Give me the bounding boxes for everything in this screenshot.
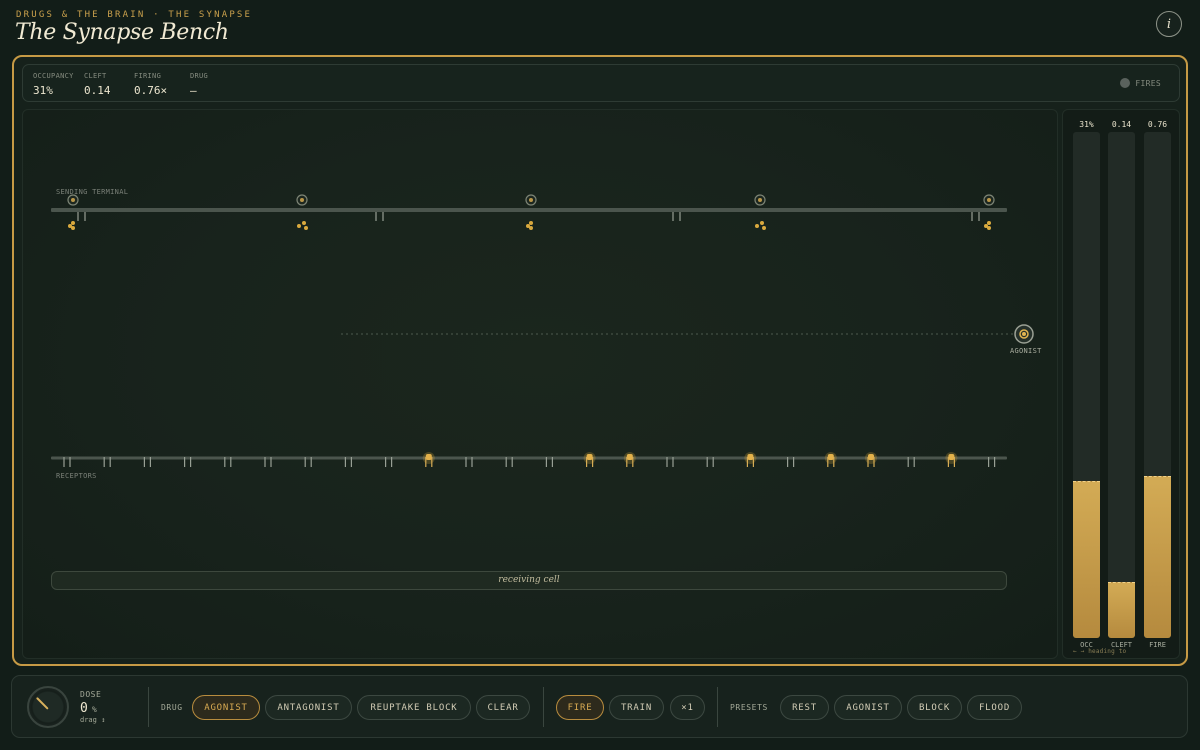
meter-cleft: 0.14 CLEFT [1108, 110, 1135, 660]
neurotransmitter-dot [302, 221, 306, 225]
preset-rest-button[interactable]: REST [780, 695, 829, 720]
release-site-core [758, 198, 762, 202]
fires-led-icon [1120, 78, 1131, 88]
stat-cleft: CLEFT 0.14 [84, 72, 111, 97]
dose-value: 0 [80, 701, 88, 716]
dose-needle [35, 696, 49, 710]
dose-label: DOSE [80, 690, 102, 699]
preset-block-button[interactable]: BLOCK [907, 695, 962, 720]
info-icon: i [1166, 16, 1172, 32]
stat-firing-label: FIRING [134, 72, 162, 80]
drug-group-label: DRUG [161, 703, 183, 712]
synapse-stage: OCCUPANCY 31% CLEFT 0.14 FIRING 0.76× DR… [12, 55, 1188, 666]
bound-transmitter [626, 454, 633, 460]
agonist-label: AGONIST [1010, 347, 1042, 355]
meter-occ-value: 31% [1079, 120, 1094, 129]
receptors-label: RECEPTORS [56, 472, 97, 480]
bound-transmitter [827, 454, 834, 460]
drug-agonist-button[interactable]: AGONIST [192, 695, 260, 720]
meter-fire-value: 0.76 [1147, 120, 1168, 129]
page-title: The Synapse Bench [15, 20, 229, 45]
stat-occupancy-label: OCCUPANCY [33, 72, 74, 80]
dose-unit: % [92, 705, 97, 714]
sending-terminal-label: SENDING TERMINAL [56, 188, 129, 196]
meter-fire-fill [1144, 476, 1171, 638]
meter-cleft-fill [1108, 582, 1135, 638]
meter-occ-track [1073, 132, 1100, 638]
neurotransmitter-dot [529, 226, 533, 230]
stat-drug: DRUG — [190, 72, 208, 97]
neurotransmitter-dot [755, 224, 759, 228]
synapse-canvas: SENDING TERMINAL RECEPTORS AGONIST recei… [22, 109, 1058, 659]
neurotransmitter-dot [987, 226, 991, 230]
bound-transmitter [425, 454, 432, 460]
meter-cleft-track [1108, 132, 1135, 638]
meter-fire: 0.76 FIRE [1144, 110, 1171, 660]
agonist-molecule-core [1022, 332, 1026, 336]
stat-cleft-label: CLEFT [84, 72, 107, 80]
stat-cleft-value: 0.14 [84, 84, 111, 97]
section-kicker: DRUGS & THE BRAIN · THE SYNAPSE [16, 10, 253, 20]
meter-occ-fill [1073, 481, 1100, 638]
stat-occupancy: OCCUPANCY 31% [33, 72, 74, 97]
train-button[interactable]: TRAIN [609, 695, 664, 720]
neurotransmitter-dot [71, 221, 75, 225]
neurotransmitter-dot [304, 226, 308, 230]
bound-transmitter [586, 454, 593, 460]
drug-reuptake-block-button[interactable]: REUPTAKE BLOCK [357, 695, 471, 720]
bound-transmitter [868, 454, 874, 460]
divider [148, 687, 149, 727]
meter-panel: 31% OCC 0.14 CLEFT 0.76 FIRE ← → heading… [1062, 109, 1180, 659]
preset-flood-button[interactable]: FLOOD [967, 695, 1022, 720]
drug-antagonist-button[interactable]: ANTAGONIST [265, 695, 352, 720]
stat-occupancy-value: 31% [33, 84, 53, 97]
meter-occ: 31% OCC [1073, 110, 1100, 660]
neurotransmitter-dot [297, 224, 301, 228]
neurotransmitter-dot [987, 221, 991, 225]
meter-fire-label: FIRE [1149, 641, 1166, 649]
fires-indicator: FIRES [1120, 78, 1161, 88]
release-site-core [300, 198, 304, 202]
neurotransmitter-dot [71, 226, 75, 230]
neurotransmitter-dot [760, 221, 764, 225]
readout-bar: OCCUPANCY 31% CLEFT 0.14 FIRING 0.76× DR… [22, 64, 1180, 102]
control-bar: DOSE 0 % drag ↕ DRUG AGONIST ANTAGONIST … [11, 675, 1188, 738]
meter-cleft-value: 0.14 [1111, 120, 1132, 129]
bound-transmitter [948, 454, 955, 460]
dose-knob[interactable] [27, 686, 69, 728]
meter-fire-track [1144, 132, 1171, 638]
stat-firing-value: 0.76× [134, 84, 168, 97]
stat-firing: FIRING 0.76× [134, 72, 167, 97]
bound-transmitter [747, 454, 754, 460]
presets-label: PRESETS [730, 703, 768, 712]
fires-label: FIRES [1135, 78, 1161, 88]
release-site-core [529, 198, 533, 202]
drug-clear-button[interactable]: CLEAR [476, 695, 530, 720]
stat-drug-label: DRUG [190, 72, 209, 80]
presynaptic-membrane [51, 208, 1007, 212]
stat-drug-value: — [190, 84, 197, 97]
divider [543, 687, 544, 727]
dose-hint: drag ↕ [80, 716, 106, 724]
neurotransmitter-dot [529, 221, 533, 225]
divider [717, 687, 718, 727]
postsynaptic-membrane [51, 456, 1007, 460]
release-site-core [71, 198, 75, 202]
multiplier-button[interactable]: ×1 [670, 695, 705, 720]
fire-button[interactable]: FIRE [556, 695, 604, 720]
release-site-core [987, 198, 991, 202]
neurotransmitter-dot [762, 226, 766, 230]
receiving-cell: receiving cell [51, 571, 1007, 590]
info-button[interactable]: i [1156, 11, 1182, 37]
preset-agonist-button[interactable]: AGONIST [834, 695, 902, 720]
meter-note: ← → heading to [1073, 648, 1127, 655]
